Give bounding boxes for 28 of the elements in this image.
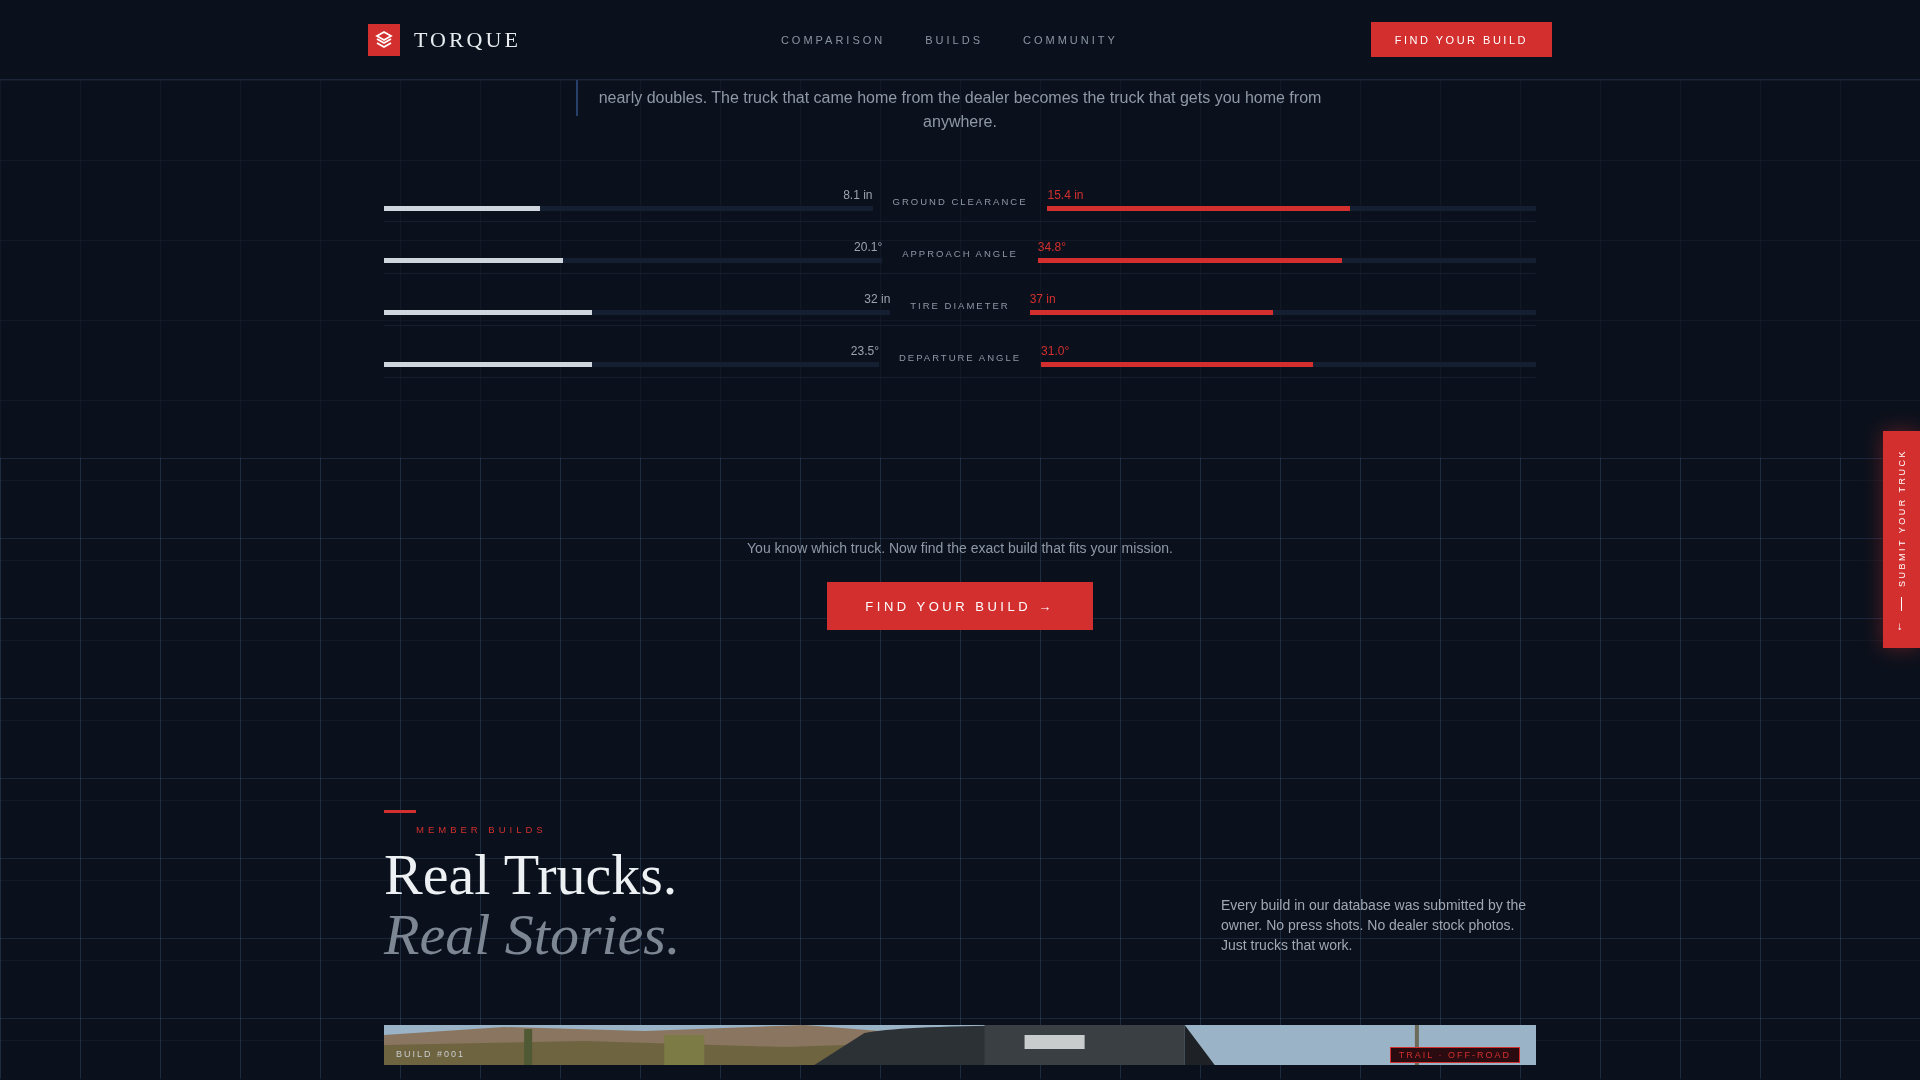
nav-link[interactable]: BUILDS [925, 33, 983, 46]
stock-reading: 8.1 in [843, 188, 873, 202]
spec-label: APPROACH ANGLE [901, 248, 1019, 261]
stock-reading: 32 in [864, 292, 891, 306]
built-reading: 15.4 in [1047, 188, 1085, 202]
spec-label: TIRE DIAMETER [909, 300, 1011, 313]
section-eyebrow: MEMBER BUILDS [416, 824, 547, 835]
nav-link[interactable]: COMPARISON [780, 33, 886, 46]
stock-reading: 23.5° [850, 344, 879, 358]
logo-text[interactable]: TORQUE [414, 26, 521, 53]
cta-text: You know which truck. Now find the exact build that fits your mission. [747, 540, 1173, 556]
find-build-button[interactable]: FIND YOUR BUILD → [827, 582, 1093, 630]
logo-icon[interactable] [368, 23, 400, 56]
find-build-button[interactable]: FIND YOUR BUILD [1370, 22, 1552, 57]
built-reading: 34.8° [1037, 240, 1067, 254]
stock-reading: 20.1° [854, 240, 883, 254]
built-reading: 31.0° [1041, 344, 1071, 358]
submit-truck-tab[interactable]: SUBMIT YOUR TRUCK → [1883, 431, 1920, 648]
built-reading: 37 in [1029, 292, 1057, 306]
nav-link[interactable]: COMMUNITY [1023, 33, 1118, 46]
section-description: Every build in our database was submitted by the owner. No press shots. No dealer stock photos. Just trucks that work. [1221, 896, 1528, 955]
category-tag: TRAIL · OFF-ROAD [1389, 1047, 1520, 1063]
spec-label: GROUND CLEARANCE [891, 196, 1029, 209]
build-label: BUILD #001 [396, 1049, 466, 1059]
section-subtitle: Real Stories. [384, 905, 681, 965]
spec-label: DEPARTURE ANGLE [898, 352, 1023, 365]
intro-text: nearly doubles. The truck that came home from the dealer becomes the truck that gets you home from anywhere. [597, 88, 1323, 132]
section-title: Real Trucks. [384, 845, 679, 905]
